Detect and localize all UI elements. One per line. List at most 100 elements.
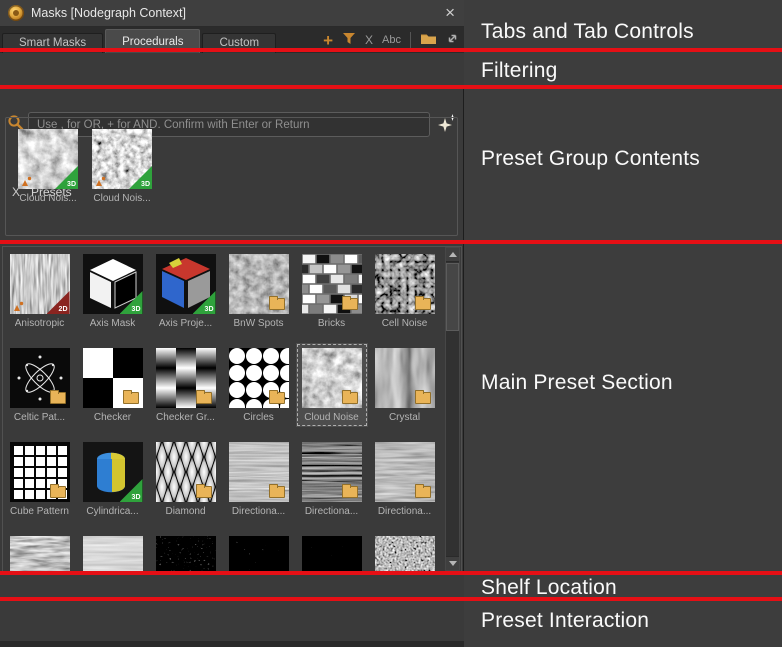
preset-group-header: X Presets (0, 89, 464, 115)
scroll-down-button[interactable] (446, 556, 459, 570)
preset-item[interactable]: Circles (223, 343, 295, 427)
preset-thumbnail (375, 442, 435, 502)
preset-item[interactable]: Celtic Pat... (4, 343, 76, 427)
preset-label: Directiona... (305, 506, 358, 517)
section-divider-line (0, 240, 782, 244)
preset-thumbnail (229, 348, 289, 408)
preset-item[interactable]: Cloud Noise (296, 343, 368, 427)
preset-thumbnail (156, 348, 216, 408)
preset-thumbnail (83, 348, 143, 408)
section-divider-line (0, 85, 782, 89)
annotation-label: Filtering (481, 59, 558, 83)
preset-thumbnail: 3D (92, 129, 152, 189)
preset-item[interactable]: 3D Axis Mask (77, 249, 149, 333)
preset-label: Bricks (318, 318, 345, 329)
preset-item[interactable]: Checker Gr... (150, 343, 222, 427)
filter-funnel-icon[interactable] (342, 32, 356, 48)
shelf-location-row: Shelf Location ⟳ (0, 574, 464, 597)
preset-label: Cylindrica... (86, 506, 138, 517)
add-tab-icon[interactable]: + (323, 33, 333, 48)
section-divider-line (0, 48, 782, 52)
preset-label: Cloud Nois... (93, 193, 150, 204)
procedural-icon (95, 174, 106, 185)
preset-thumbnail (229, 254, 289, 314)
preset-thumbnail (375, 254, 435, 314)
window-title: Masks [Nodegraph Context] (31, 6, 186, 20)
main-preset-grid: 2D Anisotropic 3D Axis Mask 3DAxis Proje.… (3, 249, 445, 571)
preset-item[interactable]: Bricks (296, 249, 368, 333)
preset-thumbnail (229, 536, 289, 571)
annotation-label: Main Preset Section (481, 371, 673, 395)
folder-icon[interactable] (420, 32, 437, 48)
folder-badge (342, 298, 358, 310)
preset-item[interactable] (150, 531, 222, 571)
folder-badge (196, 392, 212, 404)
vertical-scrollbar[interactable] (445, 247, 460, 571)
preset-label: Circles (243, 412, 274, 423)
preset-item[interactable]: Crystal (369, 343, 441, 427)
preset-item[interactable]: 2D Anisotropic (4, 249, 76, 333)
preset-item[interactable]: Directiona... (369, 437, 441, 521)
preset-item[interactable]: Diamond (150, 437, 222, 521)
preset-thumbnail (375, 348, 435, 408)
scroll-up-button[interactable] (446, 248, 459, 262)
expand-panel-icon[interactable] (446, 32, 459, 48)
toolbar-separator (410, 32, 411, 48)
preset-item[interactable]: Cube Pattern (4, 437, 76, 521)
preset-label: Checker (94, 412, 131, 423)
preset-label: Cloud Nois... (19, 193, 76, 204)
masks-panel: Masks [Nodegraph Context] × Smart MasksP… (0, 0, 464, 647)
preset-item[interactable] (296, 531, 368, 571)
procedural-icon (13, 299, 24, 310)
preset-thumbnail: 3D (18, 129, 78, 189)
annotation-label: Preset Interaction (481, 609, 649, 633)
preset-thumbnail (229, 442, 289, 502)
clear-filter-icon[interactable]: X (365, 33, 373, 47)
preset-group-contents: 3D Cloud Nois... 3D Cloud Nois... (5, 117, 458, 236)
preset-thumbnail: 3D (156, 254, 216, 314)
preset-item[interactable]: Directiona... (223, 437, 295, 521)
folder-badge (415, 298, 431, 310)
preset-thumbnail (10, 348, 70, 408)
preset-label: Crystal (389, 412, 420, 423)
annotation-label: Preset Group Contents (481, 147, 700, 171)
screenshot-stage: Masks [Nodegraph Context] × Smart MasksP… (0, 0, 782, 647)
folder-badge (50, 392, 66, 404)
folder-badge (123, 392, 139, 404)
preset-item[interactable]: 3DCylindrica... (77, 437, 149, 521)
preset-label: Celtic Pat... (14, 412, 65, 423)
folder-badge (415, 486, 431, 498)
preset-thumbnail (302, 536, 362, 571)
preset-item[interactable]: Cell Noise (369, 249, 441, 333)
triangle-down-icon (449, 561, 457, 566)
close-icon[interactable]: × (445, 3, 455, 23)
preset-item[interactable]: Checker (77, 343, 149, 427)
preset-item[interactable] (77, 531, 149, 571)
abc-text-icon[interactable]: Abc (382, 33, 401, 47)
preset-item[interactable] (4, 531, 76, 571)
preset-item[interactable] (369, 531, 441, 571)
preset-item[interactable]: Directiona... (296, 437, 368, 521)
preset-item[interactable]: BnW Spots (223, 249, 295, 333)
preset-thumbnail (156, 536, 216, 571)
folder-badge (269, 298, 285, 310)
preset-label: Diamond (165, 506, 205, 517)
preset-item[interactable]: 3D Cloud Nois... (86, 124, 158, 208)
preset-item[interactable] (223, 531, 295, 571)
scrollbar-thumb[interactable] (446, 263, 459, 331)
preset-thumbnail: 2D (10, 254, 70, 314)
preset-label: Axis Mask (90, 318, 136, 329)
preset-thumbnail (302, 442, 362, 502)
preset-thumbnail: 3D (83, 254, 143, 314)
preset-label: Directiona... (378, 506, 431, 517)
preset-thumbnail (302, 348, 362, 408)
preset-label: Cube Pattern (10, 506, 69, 517)
mari-logo-icon (8, 5, 24, 21)
preset-item[interactable]: 3D Cloud Nois... (12, 124, 84, 208)
title-bar: Masks [Nodegraph Context] × (0, 0, 464, 27)
preset-thumbnail (156, 442, 216, 502)
preset-item[interactable]: 3DAxis Proje... (150, 249, 222, 333)
preset-label: Cell Noise (382, 318, 428, 329)
preset-thumbnail (83, 536, 143, 571)
filter-row (0, 53, 464, 89)
